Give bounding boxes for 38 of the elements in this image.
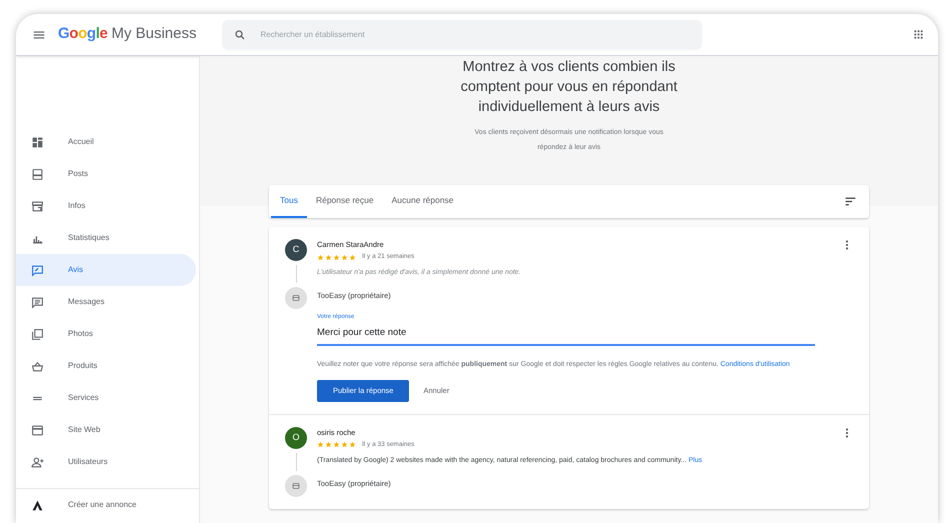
filter-tab[interactable]: Aucune réponse	[382, 185, 463, 218]
post-icon	[31, 168, 44, 180]
banner-title: Montrez à vos clients combien ils comptent pour vous en répondant individuellement à leurs avis	[460, 58, 678, 117]
sidebar-item[interactable]: Services	[16, 382, 196, 414]
browser-window-icon	[31, 424, 44, 436]
apps-button[interactable]	[913, 29, 924, 40]
google-logo: Google	[58, 24, 108, 44]
sidebar-item[interactable]: Accueil	[16, 126, 196, 158]
triangle-logo-icon	[31, 498, 44, 512]
sidebar-item[interactable]: Photos	[16, 318, 196, 350]
dashboard-icon	[31, 136, 44, 148]
sidebar-item[interactable]: Messages	[16, 286, 196, 318]
product-name: My Business	[111, 24, 196, 44]
storefront-icon	[31, 200, 44, 212]
store-icon	[291, 480, 301, 490]
avatar: C	[285, 239, 307, 261]
reply-input-field[interactable]: Merci pour cette note	[317, 326, 815, 346]
store-icon	[291, 293, 301, 303]
search-field[interactable]: Rechercher un établissement	[222, 20, 702, 50]
sidebar-item[interactable]: Créer une annonce	[16, 489, 199, 521]
filter-tab[interactable]: Tous	[271, 185, 307, 218]
review-icon	[31, 264, 44, 276]
sidebar-item[interactable]: Statistiques	[16, 222, 196, 254]
sidebar-item[interactable]: Infos	[16, 190, 196, 222]
sidebar-item[interactable]: Posts	[16, 158, 196, 190]
sort-icon	[844, 195, 857, 208]
add-user-icon	[31, 456, 44, 468]
avatar: O	[285, 426, 307, 448]
search-icon	[234, 28, 246, 40]
basket-icon	[31, 360, 44, 372]
photos-icon	[31, 328, 44, 340]
sidebar-item[interactable]: Avis	[16, 254, 196, 286]
filter-tab[interactable]: Réponse reçue	[306, 185, 383, 218]
sidebar-item[interactable]: Site Web	[16, 414, 196, 446]
sidebar-item[interactable]: Produits	[16, 350, 196, 382]
apps-grid-icon	[913, 29, 924, 40]
message-icon	[31, 296, 44, 308]
sidebar-item[interactable]: Utilisateurs	[16, 446, 196, 478]
